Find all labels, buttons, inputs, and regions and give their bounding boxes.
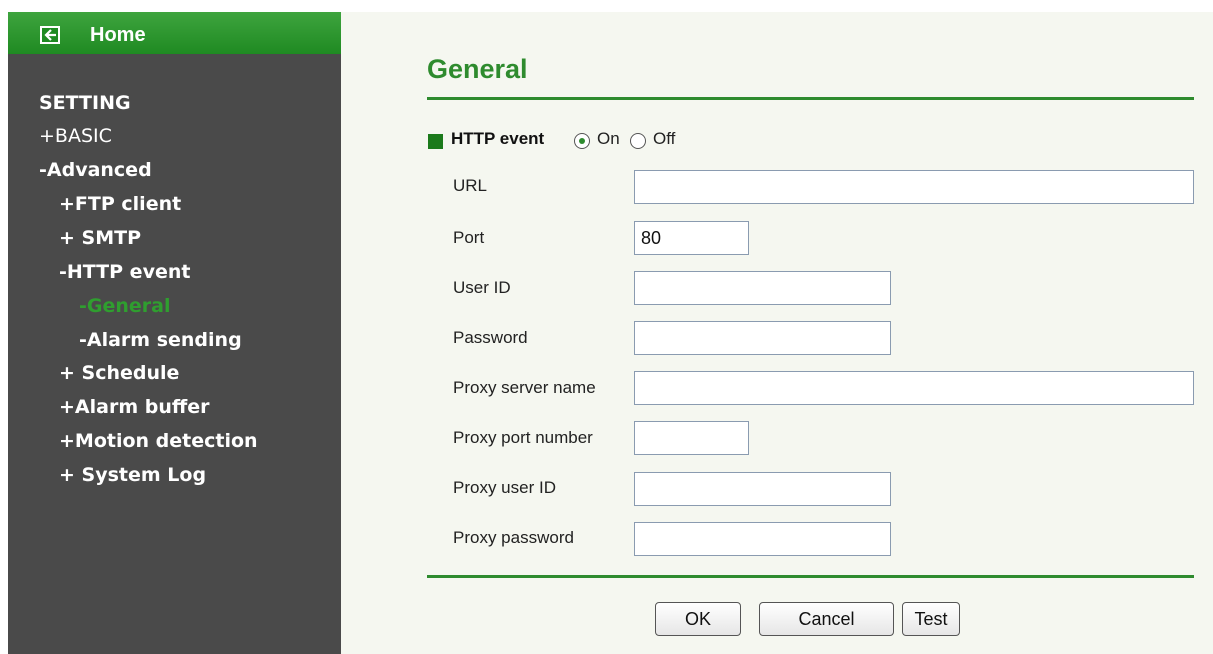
port-label: Port xyxy=(453,228,485,247)
user-id-field[interactable] xyxy=(634,271,891,305)
http-event-on-label: On xyxy=(597,129,620,148)
password-label: Password xyxy=(453,328,528,347)
proxy-user-id-field[interactable] xyxy=(634,472,891,506)
sidebar-item-smtp[interactable]: + SMTP xyxy=(59,227,141,249)
proxy-user-id-label: Proxy user ID xyxy=(453,478,556,497)
sidebar-item-basic[interactable]: +BASIC xyxy=(39,125,112,147)
test-button[interactable]: Test xyxy=(902,602,960,636)
form-divider xyxy=(427,575,1194,578)
page-title: General xyxy=(427,54,528,84)
http-event-off-label: Off xyxy=(653,129,676,148)
url-label: URL xyxy=(453,176,488,195)
main-panel: General HTTP event On Off URL Port User … xyxy=(341,12,1213,654)
ok-button[interactable]: OK xyxy=(655,602,741,636)
port-field[interactable] xyxy=(634,221,749,255)
proxy-server-name-label: Proxy server name xyxy=(453,378,596,397)
proxy-port-number-field[interactable] xyxy=(634,421,749,455)
url-field[interactable] xyxy=(634,170,1194,204)
proxy-password-label: Proxy password xyxy=(453,528,574,547)
sidebar-item-general[interactable]: -General xyxy=(79,295,170,317)
sidebar-heading-setting: SETTING xyxy=(39,92,131,114)
sidebar-item-schedule[interactable]: + Schedule xyxy=(59,362,179,384)
radio-selected-dot-icon xyxy=(579,138,585,144)
sidebar-item-system-log[interactable]: + System Log xyxy=(59,464,206,486)
proxy-port-number-label: Proxy port number xyxy=(453,428,593,447)
sidebar-item-advanced[interactable]: -Advanced xyxy=(39,159,152,181)
proxy-password-field[interactable] xyxy=(634,522,891,556)
sidebar: Home SETTING +BASIC -Advanced +FTP clien… xyxy=(8,12,341,654)
section-bullet-icon xyxy=(428,134,443,149)
proxy-server-name-field[interactable] xyxy=(634,371,1194,405)
title-divider xyxy=(427,97,1194,100)
home-label: Home xyxy=(90,24,146,46)
sidebar-item-http-event[interactable]: -HTTP event xyxy=(59,261,190,283)
sidebar-item-ftp-client[interactable]: +FTP client xyxy=(59,193,181,215)
sidebar-item-motion-detection[interactable]: +Motion detection xyxy=(59,430,258,452)
user-id-label: User ID xyxy=(453,278,511,297)
http-event-off-radio[interactable] xyxy=(630,133,646,149)
sidebar-item-alarm-sending[interactable]: -Alarm sending xyxy=(79,329,242,351)
cancel-button[interactable]: Cancel xyxy=(759,602,894,636)
home-link[interactable]: Home xyxy=(8,12,341,54)
http-event-on-radio[interactable] xyxy=(574,133,590,149)
sidebar-item-alarm-buffer[interactable]: +Alarm buffer xyxy=(59,396,210,418)
http-event-label: HTTP event xyxy=(451,129,545,148)
back-arrow-icon xyxy=(40,26,60,44)
password-field[interactable] xyxy=(634,321,891,355)
